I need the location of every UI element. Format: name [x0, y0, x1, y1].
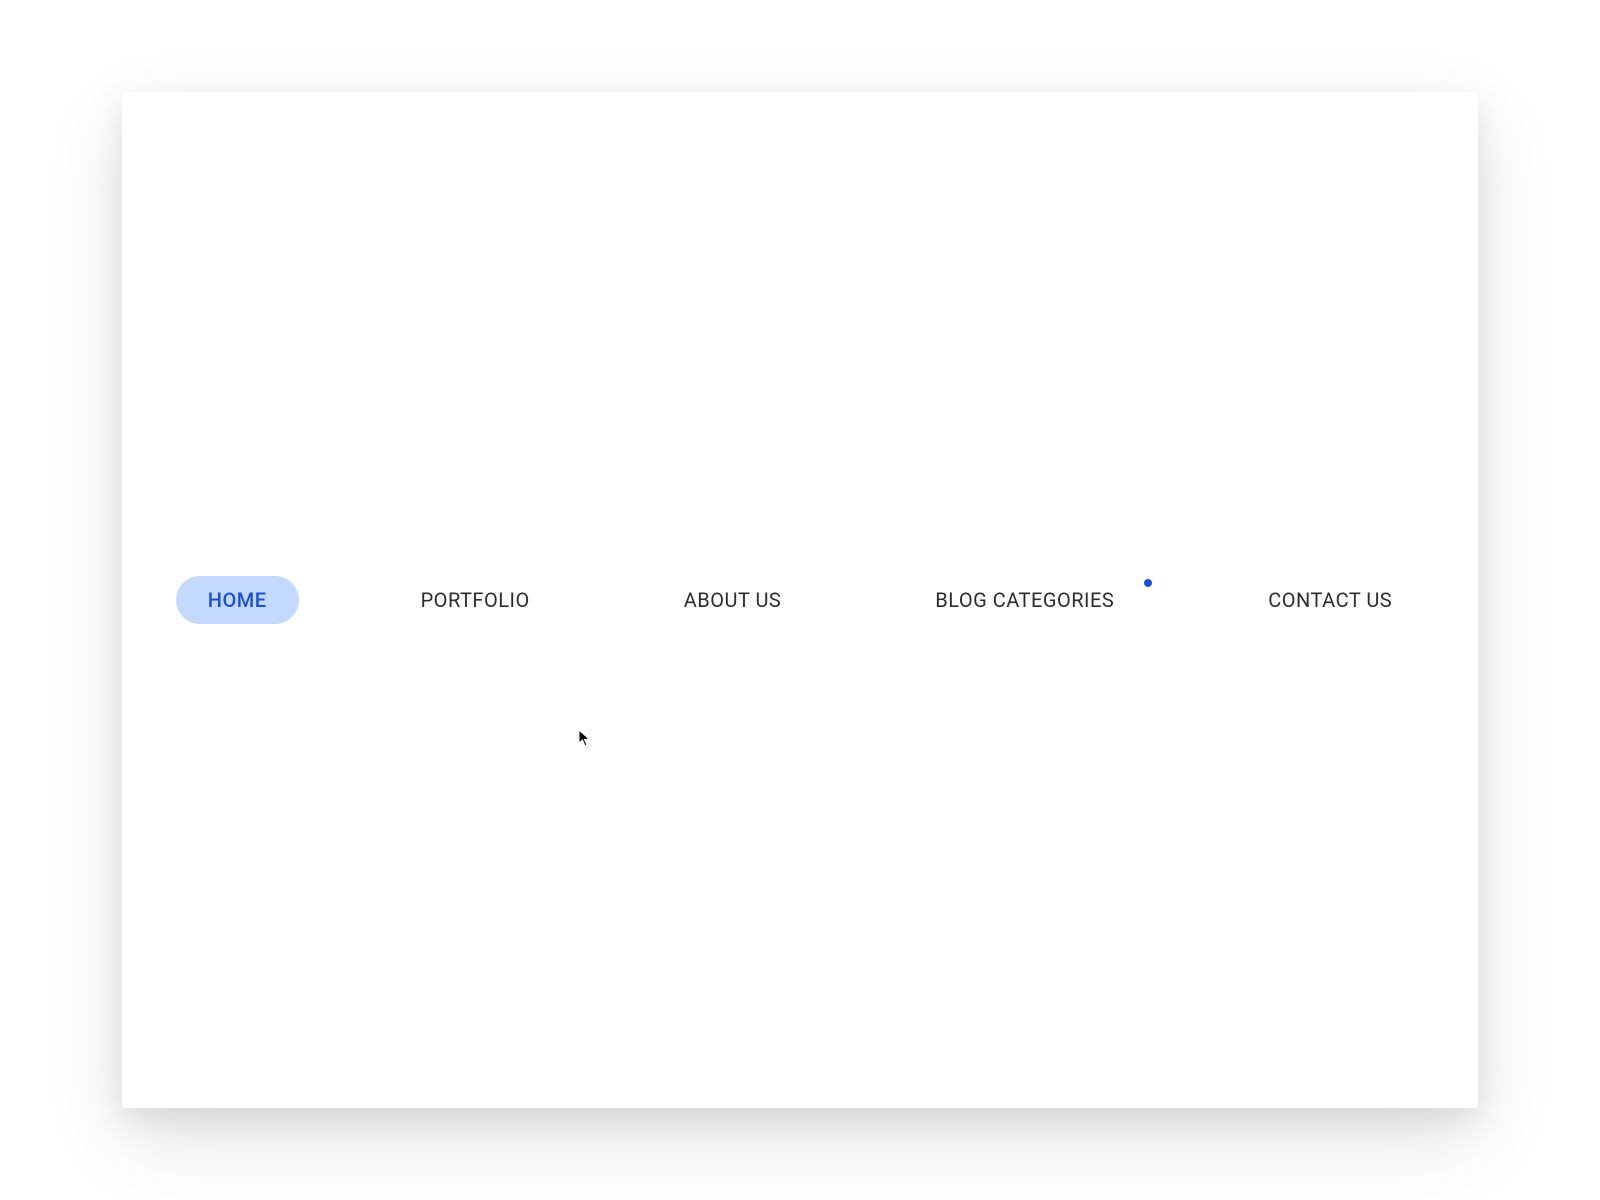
nav-item-label: ABOUT US	[684, 588, 782, 612]
nav-item-about-us[interactable]: ABOUT US	[652, 576, 814, 624]
nav-item-blog-categories[interactable]: BLOG CATEGORIES	[903, 576, 1146, 624]
nav-item-contact-us[interactable]: CONTACT US	[1236, 576, 1424, 624]
nav-item-home[interactable]: HOME	[176, 576, 299, 624]
nav-item-label: CONTACT US	[1268, 588, 1392, 612]
main-nav: HOME PORTFOLIO ABOUT US BLOG CATEGORIES …	[176, 576, 1424, 624]
nav-item-label: BLOG CATEGORIES	[935, 588, 1114, 612]
nav-item-label: HOME	[208, 588, 267, 612]
nav-item-portfolio[interactable]: PORTFOLIO	[389, 576, 562, 624]
app-canvas: HOME PORTFOLIO ABOUT US BLOG CATEGORIES …	[122, 92, 1478, 1108]
notification-dot-icon	[1144, 579, 1152, 587]
nav-item-label: PORTFOLIO	[421, 588, 530, 612]
cursor-icon	[578, 729, 592, 747]
